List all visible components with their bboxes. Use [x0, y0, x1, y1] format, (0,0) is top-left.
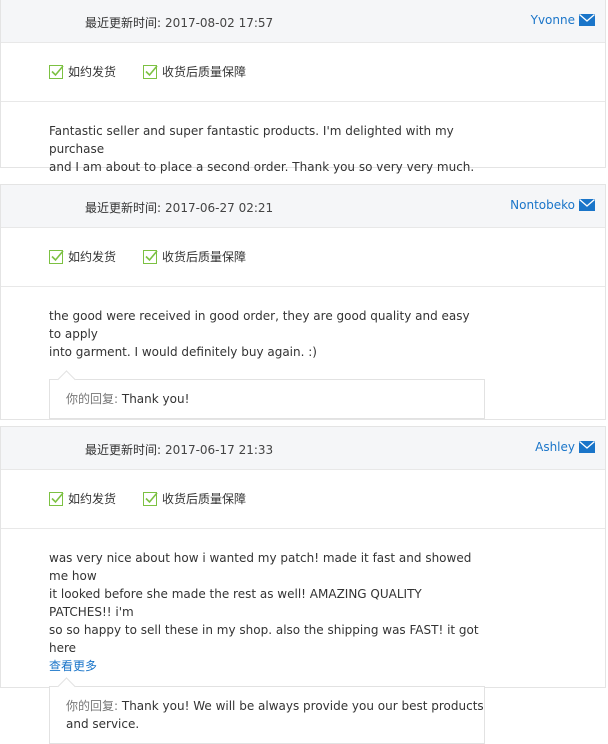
reviewer-link[interactable]: Ashley: [535, 440, 595, 454]
review-content: Fantastic seller and super fantastic pro…: [1, 102, 605, 176]
check-icon: [49, 65, 64, 79]
badge-on-time-delivery: 如约发货: [49, 248, 116, 265]
check-icon: [49, 250, 64, 264]
service-badges: 如约发货 收货后质量保障: [1, 470, 605, 529]
review-comment: Fantastic seller and super fantastic pro…: [49, 124, 475, 174]
review-comment: was very nice about how i wanted my patc…: [49, 551, 479, 655]
review-header: 最近更新时间: 2017-08-02 17:57 Yvonne: [1, 0, 605, 43]
reviewer-link[interactable]: Yvonne: [531, 13, 595, 27]
review-header: 最近更新时间: 2017-06-27 02:21 Nontobeko: [1, 185, 605, 228]
reviewer-name[interactable]: Yvonne: [531, 13, 575, 27]
updated-time: 最近更新时间: 2017-06-17 21:33: [85, 443, 274, 457]
check-icon: [143, 492, 158, 506]
check-icon: [143, 250, 158, 264]
mail-icon[interactable]: [579, 441, 595, 453]
reply-label: 你的回复:: [66, 392, 119, 406]
service-badges: 如约发货 收货后质量保障: [1, 228, 605, 287]
review-header: 最近更新时间: 2017-06-17 21:33 Ashley: [1, 427, 605, 470]
updated-time: 最近更新时间: 2017-08-02 17:57: [85, 16, 274, 30]
badge-quality-guarantee: 收货后质量保障: [143, 63, 246, 80]
updated-time: 最近更新时间: 2017-06-27 02:21: [85, 201, 274, 215]
badge-on-time-delivery: 如约发货: [49, 490, 116, 507]
check-icon: [49, 492, 64, 506]
seller-reply: 你的回复: Thank you! We will be always provi…: [49, 686, 485, 744]
badge-quality-guarantee: 收货后质量保障: [143, 248, 246, 265]
check-icon: [143, 65, 158, 79]
show-more-link[interactable]: 查看更多: [49, 657, 557, 674]
seller-reply: 你的回复: Thank you!: [49, 379, 485, 419]
reply-label: 你的回复:: [66, 699, 119, 713]
review-card: 最近更新时间: 2017-06-27 02:21 Nontobeko 如约发货 收…: [0, 184, 606, 420]
reviewer-name[interactable]: Ashley: [535, 440, 575, 454]
badge-quality-guarantee: 收货后质量保障: [143, 490, 246, 507]
reply-text: and service.: [66, 717, 140, 731]
reviewer-name[interactable]: Nontobeko: [510, 198, 575, 212]
review-content: the good were received in good order, th…: [1, 287, 605, 419]
mail-icon[interactable]: [579, 199, 595, 211]
reply-text: Thank you! We will be always provide you…: [121, 699, 484, 713]
review-card: 最近更新时间: 2017-06-17 21:33 Ashley 如约发货 收货后质…: [0, 426, 606, 744]
mail-icon[interactable]: [579, 14, 595, 26]
service-badges: 如约发货 收货后质量保障: [1, 43, 605, 102]
reviewer-link[interactable]: Nontobeko: [510, 198, 595, 212]
badge-on-time-delivery: 如约发货: [49, 63, 116, 80]
review-content: was very nice about how i wanted my patc…: [1, 529, 605, 744]
reply-text: Thank you!: [121, 392, 190, 406]
review-card: 最近更新时间: 2017-08-02 17:57 Yvonne 如约发货 收货后质…: [0, 0, 606, 174]
review-comment: the good were received in good order, th…: [49, 309, 470, 359]
